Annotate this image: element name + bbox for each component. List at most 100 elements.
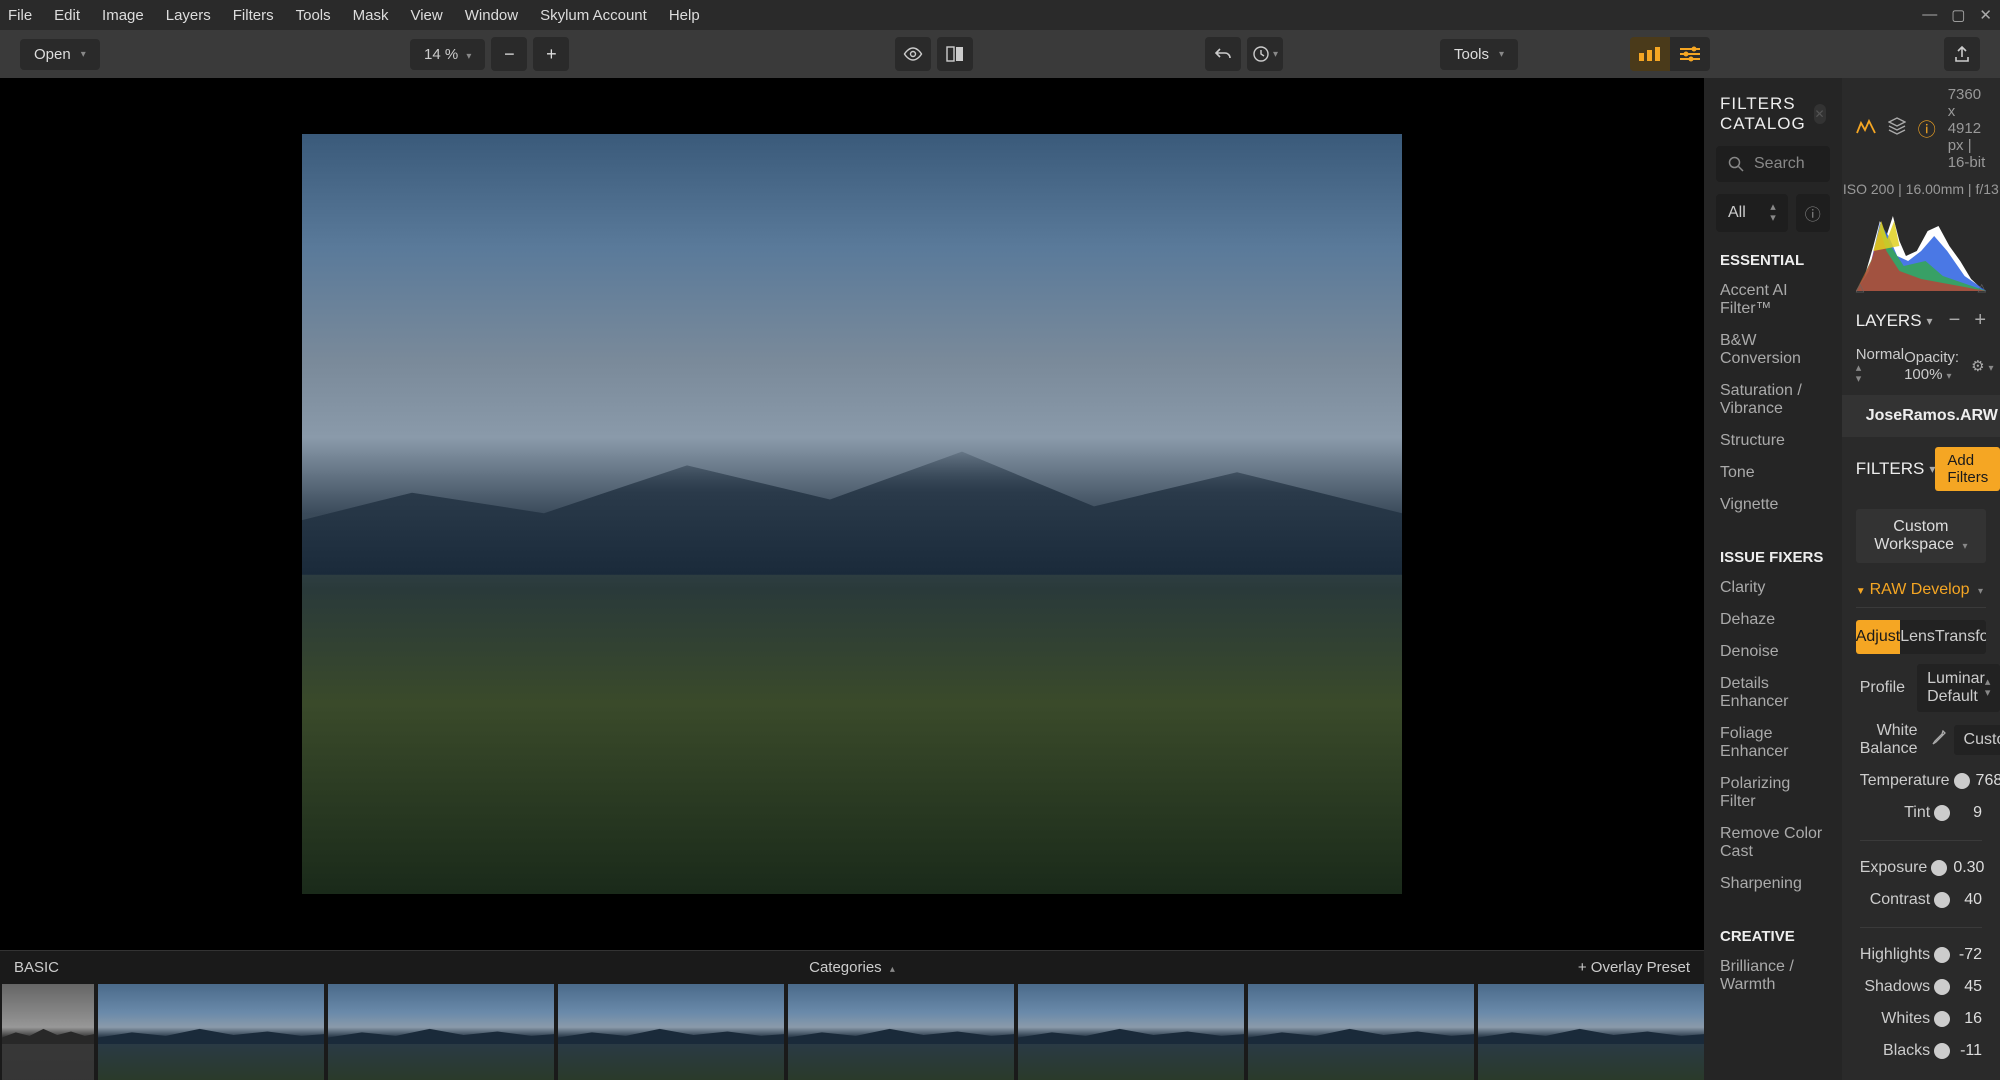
tab-lens[interactable]: Lens: [1900, 620, 1935, 654]
presets-label: BASIC: [14, 959, 59, 976]
filters-heading[interactable]: FILTERS: [1856, 459, 1925, 479]
canvas[interactable]: [0, 78, 1704, 950]
compare-button[interactable]: [937, 37, 973, 71]
filter-item[interactable]: Structure: [1704, 425, 1842, 457]
wb-label: White Balance: [1860, 722, 1918, 758]
filter-item[interactable]: Tone: [1704, 457, 1842, 489]
layers-heading[interactable]: LAYERS: [1856, 311, 1922, 331]
preset-thumb[interactable]: [98, 984, 324, 1080]
filter-item[interactable]: Foliage Enhancer: [1704, 718, 1842, 768]
opacity-button[interactable]: Opacity: 100%▾: [1904, 349, 1959, 383]
filter-item[interactable]: B&W Conversion: [1704, 325, 1842, 375]
filter-item[interactable]: Sharpening: [1704, 868, 1842, 900]
clip-left-icon[interactable]: △: [1856, 281, 1864, 294]
tab-transform[interactable]: Transform: [1935, 620, 1986, 654]
image-dimensions: 7360 x 4912 px | 16-bit: [1948, 86, 1986, 171]
presets-panel: BASIC Categories ▴ + Overlay Preset: [0, 950, 1704, 1080]
clip-right-icon[interactable]: △: [1978, 281, 1986, 294]
preset-thumb[interactable]: [1478, 984, 1704, 1080]
menu-edit[interactable]: Edit: [54, 7, 80, 24]
categories-button[interactable]: Categories ▴: [809, 959, 895, 976]
export-button[interactable]: [1944, 37, 1980, 71]
slider-value: 0.30: [1953, 859, 1984, 877]
undo-button[interactable]: [1205, 37, 1241, 71]
filter-item[interactable]: Remove Color Cast: [1704, 818, 1842, 868]
slider-label: Tint: [1860, 804, 1930, 822]
workspace-sliders-button[interactable]: [1670, 37, 1710, 71]
slider-value: 9: [1956, 804, 1982, 822]
slider-value: 16: [1956, 1010, 1982, 1028]
preview-eye-button[interactable]: [895, 37, 931, 71]
preset-thumb[interactable]: [1248, 984, 1474, 1080]
add-layer-icon[interactable]: +: [1974, 309, 1986, 332]
slider-label: Shadows: [1860, 978, 1930, 996]
slider-value: 40: [1956, 891, 1982, 909]
preset-thumb[interactable]: [1018, 984, 1244, 1080]
right-sidebar: ⓘ 7360 x 4912 px | 16-bit ISO 200 | 16.0…: [1842, 78, 2000, 1080]
slider-value: 45: [1956, 978, 1982, 996]
slider-whites: Whites 16: [1842, 996, 2000, 1028]
menu-file[interactable]: File: [8, 7, 32, 24]
filter-item[interactable]: Polarizing Filter: [1704, 768, 1842, 818]
filter-item[interactable]: Clarity: [1704, 572, 1842, 604]
menu-filters[interactable]: Filters: [233, 7, 274, 24]
wb-select[interactable]: Custom▾: [1954, 725, 2000, 755]
profile-select[interactable]: Luminar Default▴▾: [1917, 664, 2000, 712]
slider-temperature: Temperature7681: [1842, 758, 2000, 790]
menu-image[interactable]: Image: [102, 7, 144, 24]
preset-thumb[interactable]: [2, 984, 94, 1080]
menu-window[interactable]: Window: [465, 7, 518, 24]
slider-exposure: Exposure0.30: [1842, 845, 2000, 877]
filter-item[interactable]: Denoise: [1704, 636, 1842, 668]
add-filters-button[interactable]: Add Filters: [1935, 447, 2000, 491]
menubar: File Edit Image Layers Filters Tools Mas…: [0, 0, 2000, 30]
slider-value: 7681: [1976, 772, 2000, 790]
preset-thumb[interactable]: [558, 984, 784, 1080]
layers-tab-icon[interactable]: [1888, 117, 1906, 140]
layer-settings-icon[interactable]: ⚙▾: [1971, 357, 1993, 375]
slider-label: Whites: [1860, 1010, 1930, 1028]
zoom-out-button[interactable]: −: [491, 37, 527, 71]
menu-account[interactable]: Skylum Account: [540, 7, 647, 24]
menu-view[interactable]: View: [410, 7, 442, 24]
menu-tools[interactable]: Tools: [296, 7, 331, 24]
layer-row[interactable]: JoseRamos.ARW: [1842, 395, 2000, 437]
menu-help[interactable]: Help: [669, 7, 700, 24]
filter-item[interactable]: Brilliance / Warmth: [1704, 951, 1842, 1001]
history-button[interactable]: ▾: [1247, 37, 1283, 71]
maximize-icon[interactable]: ▢: [1951, 6, 1965, 24]
zoom-select[interactable]: 14 % ▾: [410, 39, 485, 70]
filter-item[interactable]: Vignette: [1704, 489, 1842, 521]
zoom-in-button[interactable]: +: [533, 37, 569, 71]
blend-mode-select[interactable]: Normal ▴▾: [1856, 346, 1904, 385]
minimize-icon[interactable]: —: [1922, 6, 1937, 24]
preset-thumbnails: [0, 984, 1704, 1080]
preset-thumb[interactable]: [328, 984, 554, 1080]
close-catalog-icon[interactable]: ✕: [1814, 104, 1825, 124]
menu-layers[interactable]: Layers: [166, 7, 211, 24]
info-icon[interactable]: ⓘ: [1796, 194, 1830, 232]
filter-item[interactable]: Accent AI Filter™: [1704, 275, 1842, 325]
tab-adjust[interactable]: Adjust: [1856, 620, 1900, 654]
raw-develop-section[interactable]: ▼RAW Develop ▾: [1856, 573, 1986, 608]
slider-label: Highlights: [1860, 946, 1930, 964]
preset-thumb[interactable]: [788, 984, 1014, 1080]
tools-button[interactable]: Tools▾: [1440, 39, 1518, 70]
histogram-tab-icon[interactable]: [1856, 118, 1876, 139]
remove-layer-icon[interactable]: −: [1949, 309, 1961, 332]
slider-blacks: Blacks-11: [1842, 1028, 2000, 1060]
catalog-scope-select[interactable]: All▴▾: [1716, 194, 1788, 232]
workspace-presets-button[interactable]: [1630, 37, 1670, 71]
open-button[interactable]: Open▾: [20, 39, 100, 70]
filter-item[interactable]: Details Enhancer: [1704, 668, 1842, 718]
filter-item[interactable]: Saturation / Vibrance: [1704, 375, 1842, 425]
workspace-select[interactable]: Custom Workspace ▾: [1856, 509, 1986, 563]
close-icon[interactable]: ✕: [1979, 6, 1992, 24]
menu-mask[interactable]: Mask: [353, 7, 389, 24]
info-tab-icon[interactable]: ⓘ: [1918, 116, 1936, 142]
search-input[interactable]: Search: [1716, 146, 1830, 182]
eyedropper-icon[interactable]: [1930, 730, 1946, 751]
overlay-preset-button[interactable]: + Overlay Preset: [1578, 959, 1690, 976]
filter-item[interactable]: Dehaze: [1704, 604, 1842, 636]
filters-catalog-panel: FILTERS CATALOG ✕ Search All▴▾ ⓘ ESSENTI…: [1704, 78, 1842, 1080]
